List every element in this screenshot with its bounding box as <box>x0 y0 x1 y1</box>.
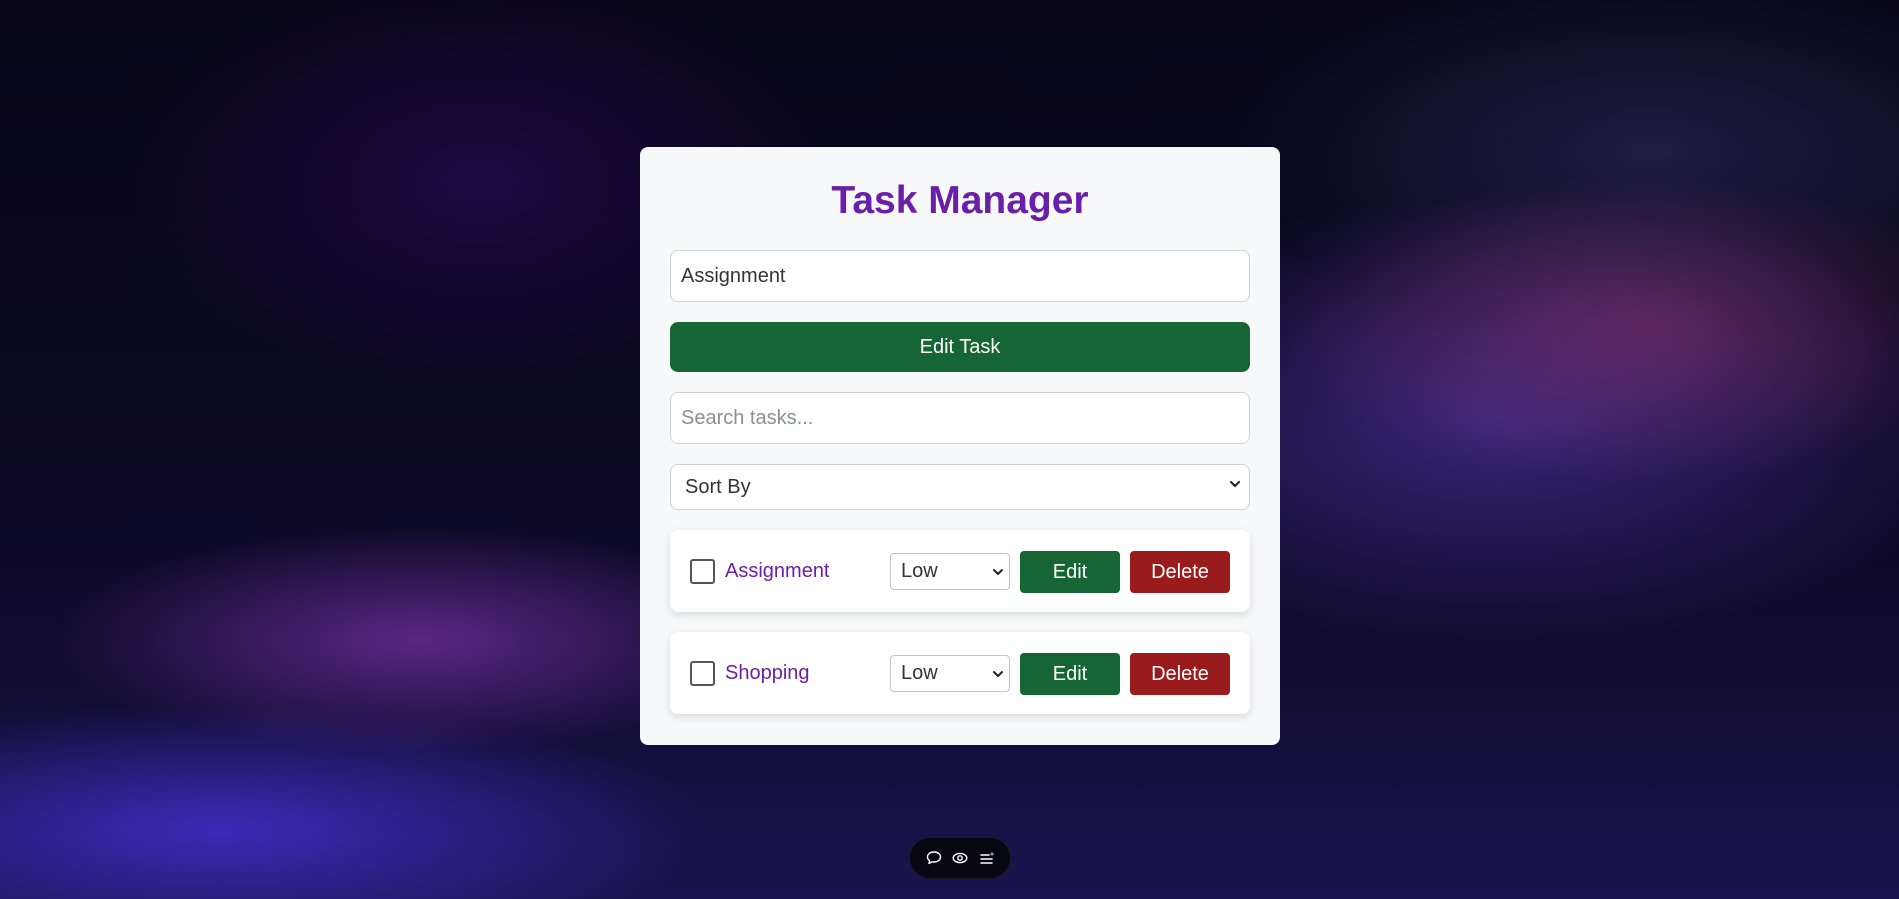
task-complete-checkbox[interactable] <box>690 559 715 584</box>
chevron-down-icon <box>993 569 1003 575</box>
task-complete-checkbox[interactable] <box>690 661 715 686</box>
list-sparkle-icon[interactable] <box>978 849 996 867</box>
task-item: Assignment Low Edit Delete <box>670 530 1250 612</box>
task-manager-card: Task Manager Edit Task Sort By Assignmen… <box>640 147 1280 745</box>
edit-button[interactable]: Edit <box>1020 653 1120 695</box>
priority-select-value: Low <box>901 560 938 582</box>
delete-button[interactable]: Delete <box>1130 653 1230 695</box>
chevron-down-icon <box>993 671 1003 677</box>
task-label: Assignment <box>725 560 830 582</box>
task-label: Shopping <box>725 662 810 684</box>
eye-icon[interactable] <box>951 849 969 867</box>
priority-select[interactable]: Low <box>890 655 1010 692</box>
page-title: Task Manager <box>831 179 1089 222</box>
sort-select[interactable]: Sort By <box>670 464 1250 510</box>
sort-select-value: Sort By <box>670 464 1250 510</box>
floating-toolbar <box>909 837 1011 879</box>
priority-select-value: Low <box>901 662 938 684</box>
task-name-input[interactable] <box>670 250 1250 302</box>
chevron-down-icon <box>1230 481 1240 487</box>
edit-button[interactable]: Edit <box>1020 551 1120 593</box>
edit-task-button[interactable]: Edit Task <box>670 322 1250 372</box>
priority-select[interactable]: Low <box>890 553 1010 590</box>
delete-button[interactable]: Delete <box>1130 551 1230 593</box>
chat-bubble-icon[interactable] <box>925 849 943 867</box>
search-input[interactable] <box>670 392 1250 444</box>
task-item: Shopping Low Edit Delete <box>670 632 1250 714</box>
